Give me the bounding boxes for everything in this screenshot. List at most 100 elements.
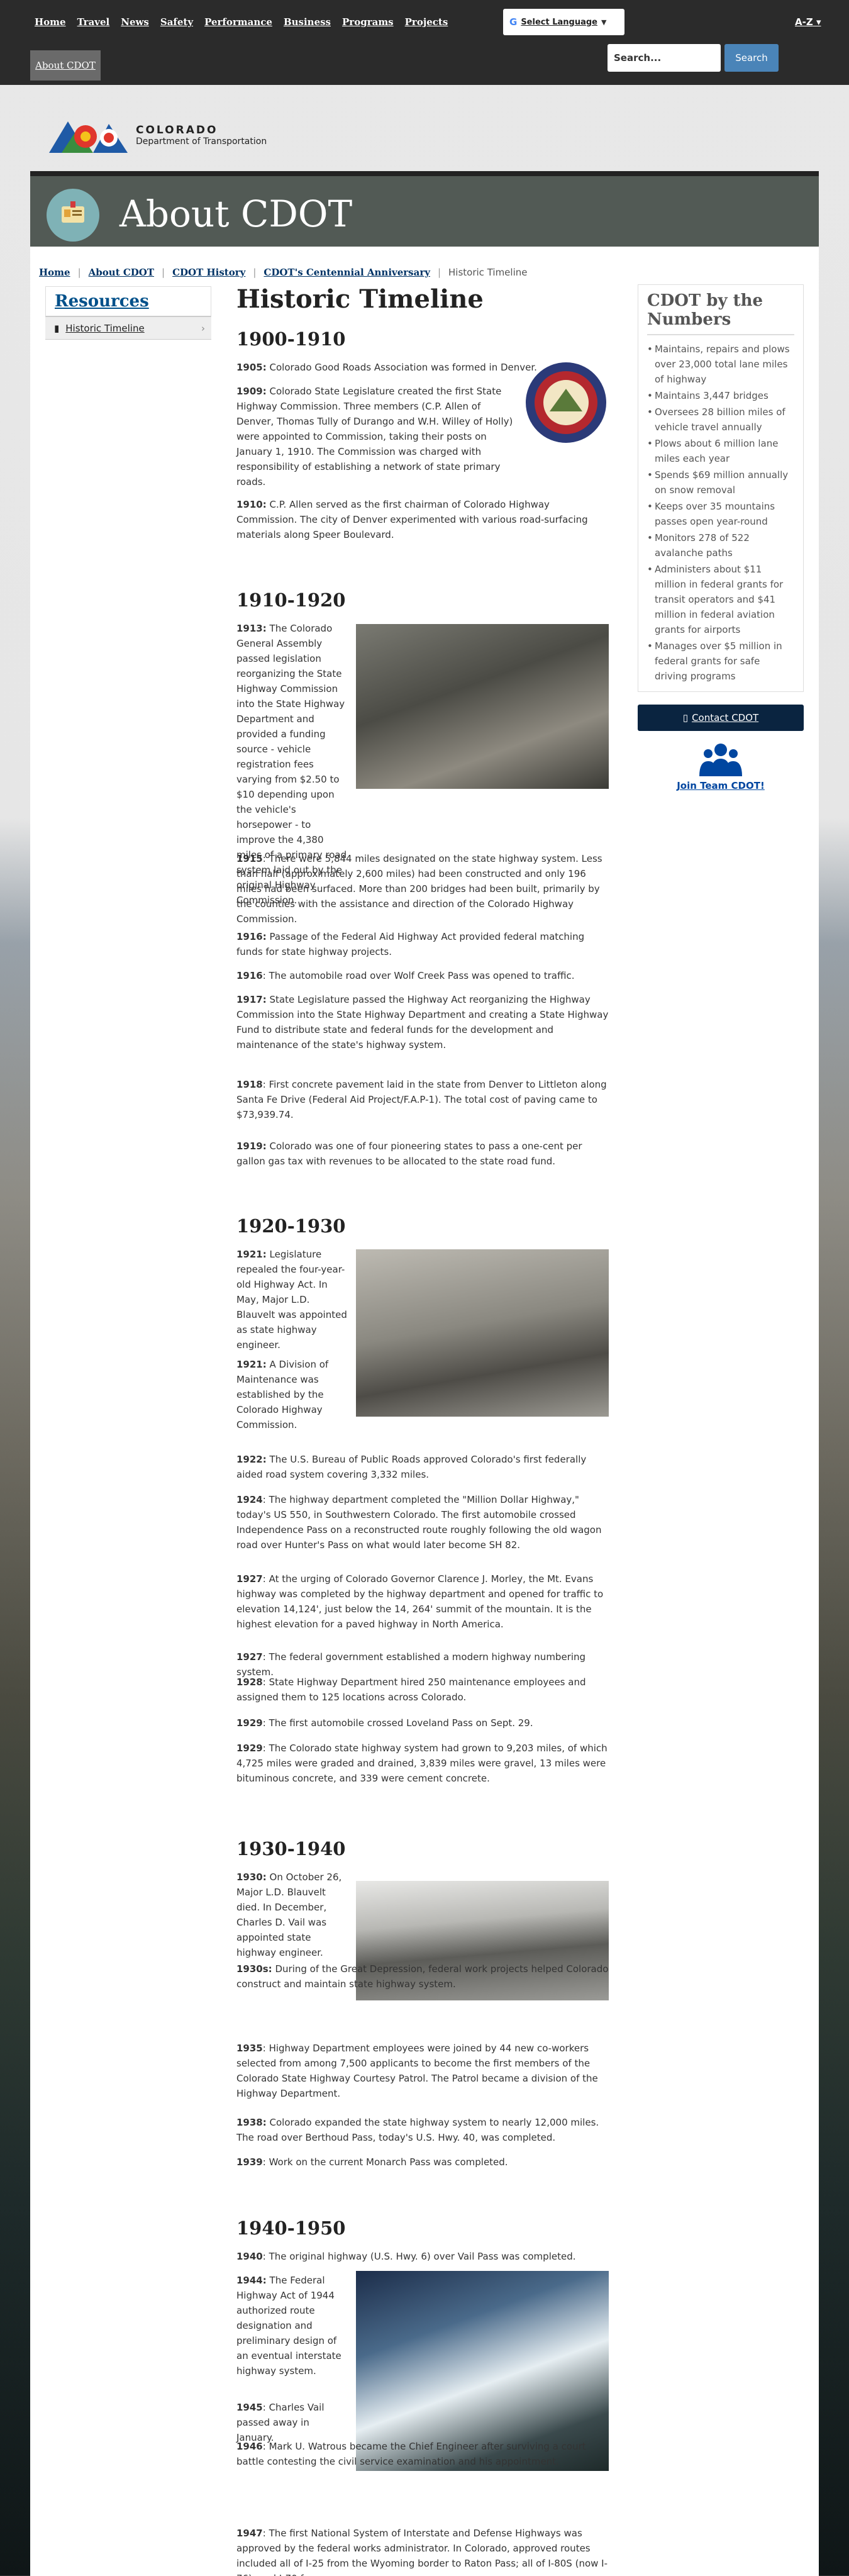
section-1900-1910: 1900-1910 1905: Colorado Good Roads Asso…: [236, 328, 614, 540]
timeline-entry: 1946: Mark U. Watrous became the Chief E…: [236, 2439, 609, 2469]
entry-text: : First concrete pavement laid in the st…: [236, 1079, 607, 1120]
entry-text: : The first automobile crossed Loveland …: [262, 1717, 533, 1729]
entry-year: 1929: [236, 1717, 263, 1729]
banner-title: About CDOT: [119, 192, 353, 235]
entry-year: 1928: [236, 1676, 263, 1688]
timeline-entry: 1940: The original highway (U.S. Hwy. 6)…: [236, 2249, 609, 2264]
entry-year: 1916:: [236, 931, 267, 942]
entry-year: 1924: [236, 1494, 263, 1505]
sidebar-title[interactable]: Resources: [45, 286, 211, 317]
sidebar: Resources ▮ Historic Timeline ›: [45, 286, 211, 340]
search-button[interactable]: Search: [724, 44, 779, 72]
sidebar-item-historic-timeline[interactable]: ▮ Historic Timeline ›: [45, 317, 211, 340]
timeline-entry: 1910: C.P. Allen served as the first cha…: [236, 497, 609, 542]
entry-year: 1927: [236, 1573, 263, 1585]
timeline-entry: 1938: Colorado expanded the state highwa…: [236, 2115, 609, 2145]
entry-year: 1917:: [236, 994, 267, 1005]
az-menu[interactable]: A-Z ▾: [795, 16, 821, 28]
contact-cdot-button[interactable]: ▯ Contact CDOT: [638, 705, 804, 731]
entry-text: : The Colorado state highway system had …: [236, 1742, 608, 1784]
nav-news[interactable]: News: [121, 16, 149, 28]
entry-text: State Legislature passed the Highway Act…: [236, 994, 609, 1051]
entry-text: On October 26, Major L.D. Blauvelt died.…: [236, 1871, 342, 1958]
entry-year: 1915: [236, 853, 263, 864]
join-team-link[interactable]: Join Team CDOT!: [638, 740, 804, 791]
list-item: Maintains 3,447 bridges: [647, 388, 794, 403]
id-badge-icon: [47, 189, 99, 242]
road-crew-photo: [356, 624, 609, 789]
nav-safety[interactable]: Safety: [160, 16, 193, 28]
entry-text: The Federal Highway Act of 1944 authoriz…: [236, 2275, 341, 2377]
section-1910-1920: 1910-1920 1913: The Colorado General Ass…: [236, 589, 614, 1167]
breadcrumb-history[interactable]: CDOT History: [172, 267, 245, 278]
page-title: Historic Timeline: [236, 284, 484, 314]
entry-text: The U.S. Bureau of Public Roads approved…: [236, 1454, 587, 1480]
timeline-entry: 1935: Highway Department employees were …: [236, 2041, 609, 2101]
logo-text: COLORADO Department of Transportation: [136, 124, 267, 147]
entry-year: 1938:: [236, 2117, 267, 2128]
breadcrumb-centennial[interactable]: CDOT's Centennial Anniversary: [264, 267, 430, 278]
cdot-logo[interactable]: COLORADO Department of Transportation: [49, 116, 267, 154]
join-label: Join Team CDOT!: [677, 780, 765, 791]
colorado-seal-image: [524, 361, 608, 444]
search-input[interactable]: Search...: [608, 44, 721, 72]
entry-text: C.P. Allen served as the first chairman …: [236, 499, 588, 540]
entry-year: 1921:: [236, 1359, 267, 1370]
section-heading: 1930-1940: [236, 1838, 346, 1860]
timeline-entry: 1944: The Federal Highway Act of 1944 au…: [236, 2273, 350, 2378]
breadcrumb-home[interactable]: Home: [39, 267, 70, 278]
entry-year: 1947: [236, 2528, 263, 2539]
dropdown-arrow-icon: ▼: [601, 18, 607, 26]
language-selector[interactable]: G Select Language ▼: [503, 9, 624, 35]
list-item: Oversees 28 billion miles of vehicle tra…: [647, 404, 794, 435]
timeline-entry: 1918: First concrete pavement laid in th…: [236, 1077, 609, 1122]
timeline-entry: 1909: Colorado State Legislature created…: [236, 384, 519, 489]
timeline-entry: 1947: The first National System of Inter…: [236, 2526, 609, 2576]
chevron-right-icon: ›: [201, 322, 205, 334]
nav-travel[interactable]: Travel: [77, 16, 110, 28]
entry-text: Colorado Good Roads Association was form…: [269, 362, 537, 373]
entry-year: 1930:: [236, 1871, 267, 1883]
entry-year: 1921:: [236, 1249, 267, 1260]
timeline-entry: 1915: There were 5,844 miles designated …: [236, 851, 609, 927]
nav-business[interactable]: Business: [284, 16, 331, 28]
top-bar: Home Travel News Safety Performance Busi…: [0, 0, 849, 85]
entry-year: 1919:: [236, 1140, 267, 1152]
timeline-entry: 1919: Colorado was one of four pioneerin…: [236, 1139, 609, 1169]
entry-year: 1944:: [236, 2275, 267, 2286]
timeline-entry: 1930s: During of the Great Depression, f…: [236, 1961, 609, 1992]
breadcrumb-about[interactable]: About CDOT: [89, 267, 154, 278]
entry-year: 1939: [236, 2156, 263, 2168]
nav-programs[interactable]: Programs: [342, 16, 394, 28]
nav-performance[interactable]: Performance: [204, 16, 272, 28]
entry-year: 1918: [236, 1079, 263, 1090]
numbers-title: CDOT by the Numbers: [647, 291, 794, 335]
section-1920-1930: 1920-1930 1921: Legislature repealed the…: [236, 1215, 614, 1784]
section-1930-1940: 1930-1940 1930: On October 26, Major L.D…: [236, 1838, 614, 2168]
breadcrumb: Home | About CDOT | CDOT History | CDOT's Cent…: [39, 267, 528, 278]
entry-text: Colorado State Legislature created the f…: [236, 386, 513, 488]
entry-text: : The federal government established a m…: [236, 1651, 586, 1678]
phone-icon: ▯: [682, 712, 689, 723]
entry-year: 1905:: [236, 362, 267, 373]
entry-year: 1913:: [236, 623, 267, 634]
entry-text: : At the urging of Colorado Governor Cla…: [236, 1573, 604, 1630]
entry-text: During of the Great Depression, federal …: [236, 1963, 609, 1990]
nav-home[interactable]: Home: [35, 16, 66, 28]
list-item: Plows about 6 million lane miles each ye…: [647, 436, 794, 466]
section-heading: 1920-1930: [236, 1215, 346, 1237]
entry-year: 1910:: [236, 499, 267, 510]
timeline-entry: 1928: State Highway Department hired 250…: [236, 1675, 609, 1705]
logo-line1: COLORADO: [136, 124, 218, 137]
entry-year: 1935: [236, 2043, 263, 2054]
timeline-entry: 1921: Legislature repealed the four-year…: [236, 1247, 350, 1352]
timeline-entry: 1924: The highway department completed t…: [236, 1492, 609, 1553]
about-cdot-button[interactable]: About CDOT: [30, 50, 101, 81]
timeline-entry: 1922: The U.S. Bureau of Public Roads ap…: [236, 1452, 609, 1482]
entry-year: 1930s:: [236, 1963, 272, 1975]
entry-text: : Highway Department employees were join…: [236, 2043, 598, 2099]
list-item: Administers about $11 million in federal…: [647, 562, 794, 637]
nav-projects[interactable]: Projects: [405, 16, 448, 28]
top-nav: Home Travel News Safety Performance Busi…: [35, 16, 448, 28]
entry-text: : Mark U. Watrous became the Chief Engin…: [236, 2441, 586, 2467]
